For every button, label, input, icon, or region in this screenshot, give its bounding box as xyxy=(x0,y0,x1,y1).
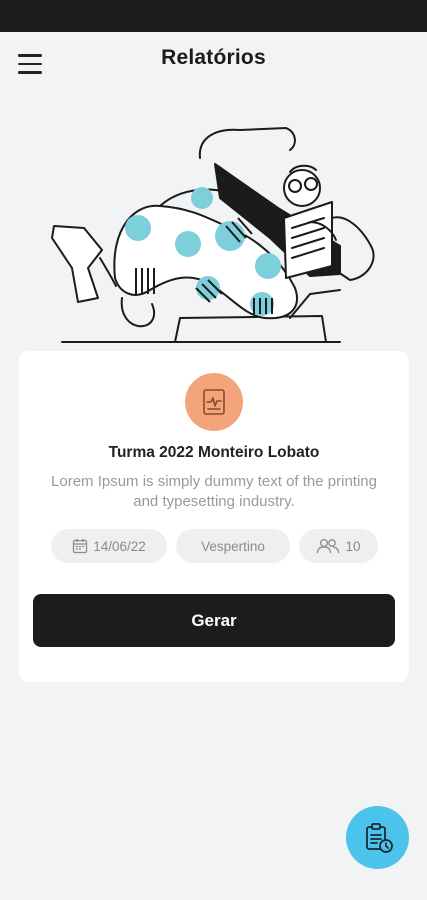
calendar-icon xyxy=(73,539,88,554)
report-badge xyxy=(185,373,243,431)
clipboard-clock-icon xyxy=(365,822,393,853)
date-chip-label: 14/06/22 xyxy=(93,538,146,554)
reports-fab[interactable] xyxy=(346,806,409,869)
generate-button[interactable]: Gerar xyxy=(33,594,395,647)
period-chip-label: Vespertino xyxy=(201,538,265,554)
report-card: Turma 2022 Monteiro Lobato Lorem Ipsum i… xyxy=(19,351,409,682)
report-document-icon xyxy=(203,389,225,415)
students-chip-label: 10 xyxy=(345,538,361,554)
class-title: Turma 2022 Monteiro Lobato xyxy=(108,444,320,461)
students-chip: 10 xyxy=(299,529,378,563)
page-title: Relatórios xyxy=(161,46,266,69)
period-chip: Vespertino xyxy=(176,529,290,563)
users-icon xyxy=(317,538,340,554)
date-chip: 14/06/22 xyxy=(51,529,167,563)
app-bar: Relatórios xyxy=(0,32,427,94)
status-bar xyxy=(0,0,427,32)
person-reading-illustration xyxy=(51,127,375,343)
class-description: Lorem Ipsum is simply dummy text of the … xyxy=(51,473,377,510)
